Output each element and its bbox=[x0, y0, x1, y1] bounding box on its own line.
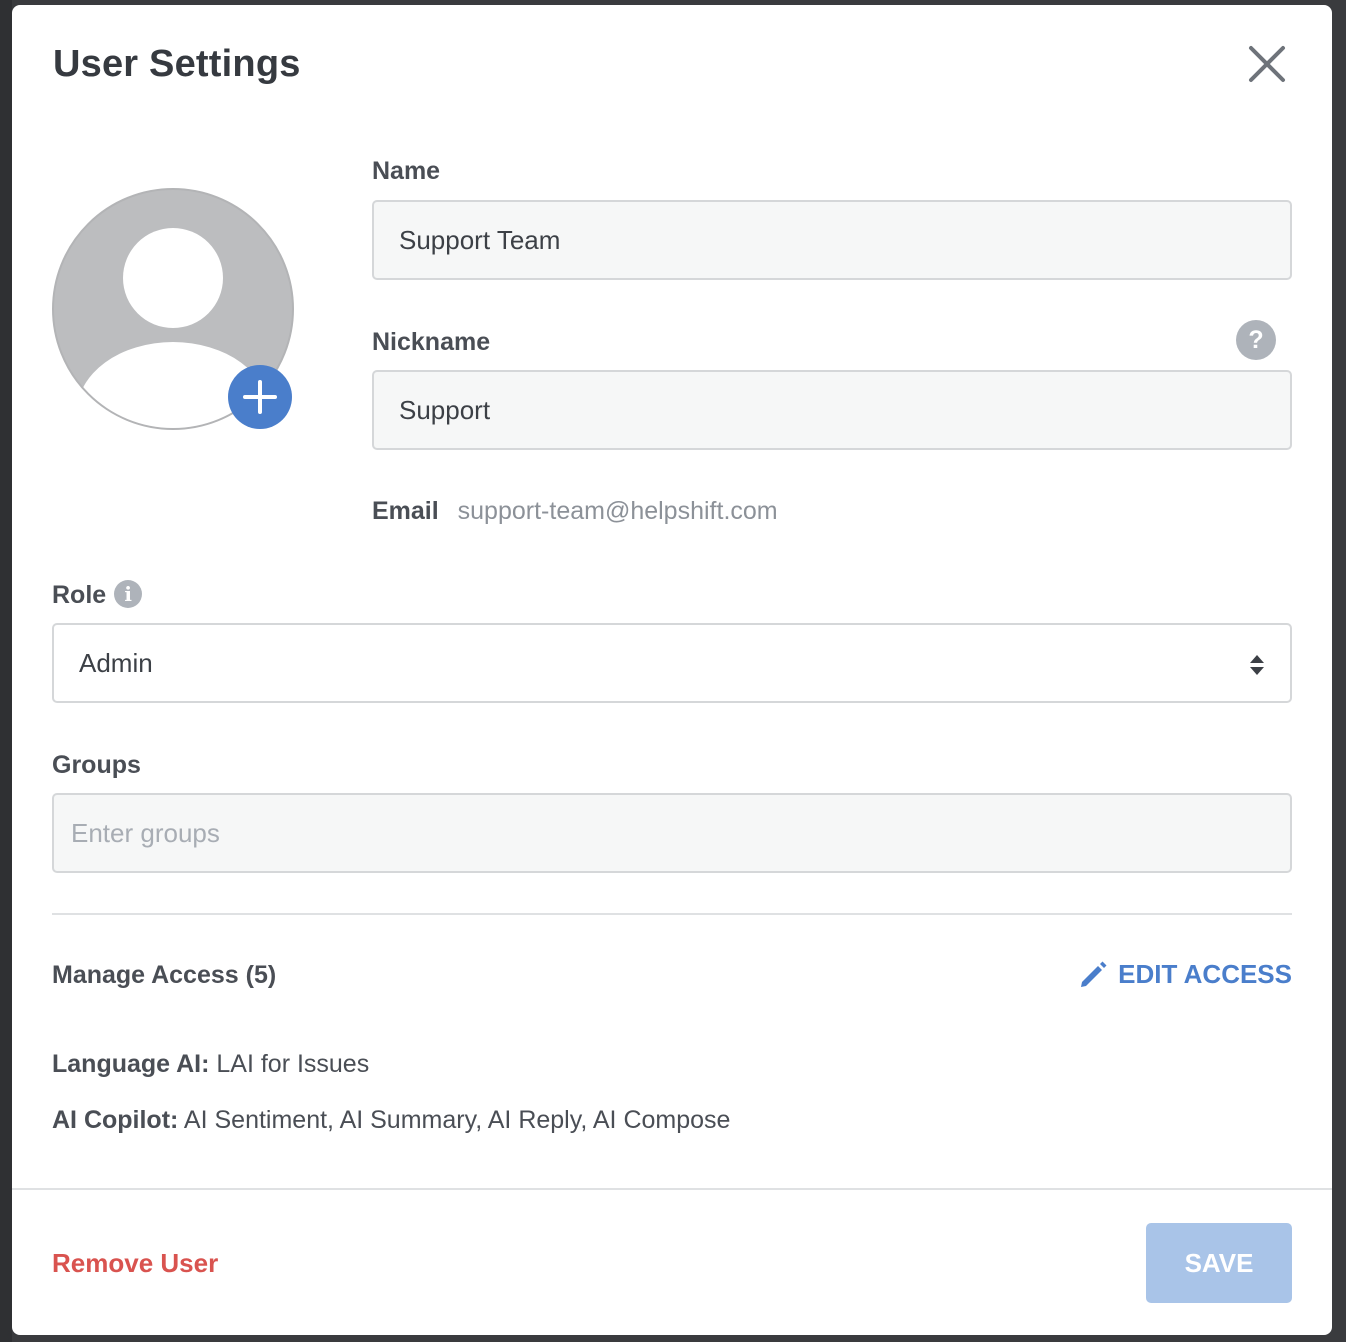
nickname-label: Nickname bbox=[372, 328, 491, 356]
dialog-title: User Settings bbox=[53, 43, 301, 85]
modal-backdrop bbox=[0, 0, 12, 1342]
groups-input[interactable]: Enter groups bbox=[52, 793, 1292, 873]
role-label: Role bbox=[52, 581, 107, 609]
role-label-row: Role i bbox=[52, 580, 143, 610]
add-photo-button[interactable] bbox=[228, 365, 292, 429]
close-button[interactable] bbox=[1244, 41, 1290, 87]
name-input-value: Support Team bbox=[399, 224, 561, 255]
select-arrows-icon bbox=[1250, 655, 1264, 675]
email-label: Email bbox=[372, 497, 439, 525]
plus-icon bbox=[243, 380, 277, 414]
edit-access-button[interactable]: EDIT ACCESS bbox=[1078, 959, 1292, 990]
access-line-value: AI Sentiment, AI Summary, AI Reply, AI C… bbox=[178, 1106, 731, 1134]
nickname-input-value: Support bbox=[399, 394, 491, 425]
nickname-input[interactable]: Support bbox=[372, 370, 1292, 450]
email-value: support-team@helpshift.com bbox=[457, 497, 778, 525]
save-button[interactable]: SAVE bbox=[1146, 1223, 1292, 1303]
groups-label: Groups bbox=[52, 751, 141, 779]
footer-divider bbox=[12, 1188, 1332, 1190]
access-line-key: Language AI: bbox=[52, 1050, 210, 1078]
access-line-value: LAI for Issues bbox=[209, 1050, 370, 1078]
close-icon bbox=[1249, 46, 1285, 82]
avatar-section bbox=[52, 188, 294, 430]
role-select-value: Admin bbox=[79, 647, 153, 678]
name-input[interactable]: Support Team bbox=[372, 200, 1292, 280]
user-settings-dialog: User Settings Name Support Team Nickname… bbox=[12, 5, 1332, 1335]
nickname-help-icon[interactable]: ? bbox=[1236, 320, 1276, 360]
role-info-icon[interactable]: i bbox=[114, 580, 143, 609]
access-line-language-ai: Language AI: LAI for Issues bbox=[52, 1050, 369, 1079]
access-line-key: AI Copilot: bbox=[52, 1106, 179, 1134]
pencil-icon bbox=[1081, 961, 1107, 987]
remove-user-link[interactable]: Remove User bbox=[52, 1248, 218, 1279]
role-select[interactable]: Admin bbox=[52, 623, 1292, 703]
groups-placeholder: Enter groups bbox=[71, 817, 220, 848]
name-label: Name bbox=[372, 157, 441, 185]
edit-access-label: EDIT ACCESS bbox=[1118, 959, 1292, 989]
section-divider bbox=[52, 913, 1292, 915]
manage-access-title: Manage Access (5) bbox=[52, 961, 277, 989]
email-row: Email support-team@helpshift.com bbox=[372, 497, 778, 526]
access-line-ai-copilot: AI Copilot: AI Sentiment, AI Summary, AI… bbox=[52, 1106, 730, 1135]
